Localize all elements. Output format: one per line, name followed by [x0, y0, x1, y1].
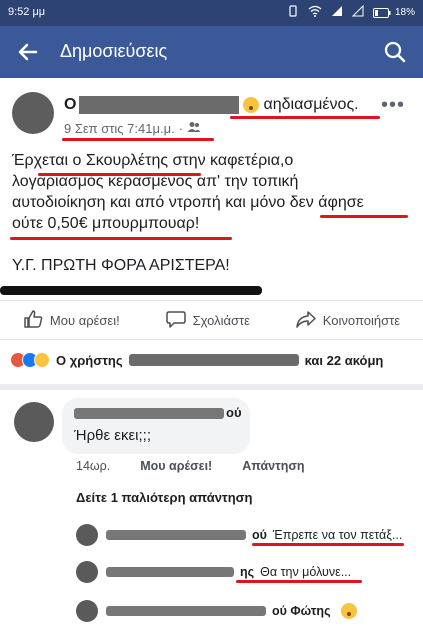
post-ps: Υ.Γ. ΠΡΩΤΗ ΦΟΡΑ ΑΡΙΣΤΕΡΑ!: [12, 257, 230, 274]
comment-time: 14ωρ.: [76, 459, 111, 473]
commenter-avatar[interactable]: [14, 402, 54, 442]
post-line: αυτοδιοίκηση και από ντροπή και μόνο δεν…: [12, 194, 364, 211]
reply-name-suffix: ού: [252, 528, 267, 542]
comment: ού Ήρθε εκει;;;: [14, 398, 414, 454]
wifi-icon: [308, 5, 322, 20]
post-line: Έρχεται ο Σκουρλέτης στην καφετέρια,ο: [12, 152, 294, 169]
haha-reaction-icon: [34, 352, 50, 368]
meta-separator: ·: [178, 121, 184, 136]
like-label: Μου αρέσει!: [49, 312, 120, 328]
comment-actions: 14ωρ. Μου αρέσει! Απάντηση: [76, 459, 305, 473]
post-action-bar: Μου αρέσει! Σχολιάστε Κοινοποιήστε: [0, 300, 423, 340]
comment-reply-button[interactable]: Απάντηση: [242, 459, 304, 473]
comment-bubble-icon: [165, 310, 186, 331]
friends-audience-icon: [187, 121, 201, 136]
search-icon[interactable]: [381, 38, 409, 66]
commenter-name-redacted: [74, 408, 224, 419]
author-avatar[interactable]: [12, 92, 54, 134]
more-options-icon[interactable]: •••: [381, 94, 405, 117]
reply-name-redacted: [106, 606, 266, 616]
vibrate-icon: [287, 5, 299, 20]
reactions-summary[interactable]: Ο χρήστης και 22 ακόμη: [10, 352, 383, 368]
annotation-underline: [10, 237, 232, 240]
disgusted-emoji-icon: [243, 97, 260, 113]
annotation-blackbar: [0, 286, 262, 295]
view-more-replies-link[interactable]: Δείτε 1 παλιότερη απάντηση: [76, 490, 253, 505]
share-button[interactable]: Κοινοποιήστε: [296, 310, 400, 331]
clock: 9:52 μμ: [8, 6, 46, 18]
post-meta: 9 Σεπ στις 7:41μ.μ. ·: [64, 121, 201, 136]
reply-name-suffix: ης: [240, 565, 255, 579]
like-button[interactable]: Μου αρέσει!: [23, 309, 120, 331]
reply-text: Θα την μόλυνε...: [260, 565, 352, 579]
author-line: Ο αηδιασμένος.: [64, 96, 359, 114]
comment-button[interactable]: Σχολιάστε: [165, 310, 250, 331]
share-label: Κοινοποιήστε: [322, 312, 401, 328]
reply-text: Έπρεπε να τον πετάξ...: [272, 528, 403, 542]
laughing-emoji-icon: [340, 603, 357, 619]
annotation-underline: [62, 138, 214, 141]
comment-like-button[interactable]: Μου αρέσει!: [140, 459, 212, 473]
share-arrow-icon: [296, 310, 316, 331]
post-line: ούτε 0,50€ μπουρμπουαρ!: [12, 215, 200, 232]
annotation-underline: [230, 116, 380, 119]
annotation-underline: [236, 580, 362, 583]
post-text: Έρχεται ο Σκουρλέτης στην καφετέρια,ο λο…: [12, 150, 414, 234]
system-icons: 18%: [287, 4, 415, 20]
annotation-underline: [320, 215, 408, 218]
feeling-text: αηδιασμένος.: [263, 96, 359, 113]
comment-label: Σχολιάστε: [192, 312, 250, 328]
reactions-prefix: Ο χρήστης: [56, 352, 123, 368]
reply-name-suffix: ού Φώτης: [272, 604, 331, 618]
battery-percent: 18%: [394, 7, 415, 18]
commenter-name-suffix: ού: [226, 405, 242, 420]
battery-indicator: 18%: [372, 7, 415, 18]
thumbs-up-icon: [23, 309, 43, 331]
annotation-underline: [38, 173, 201, 176]
redaction-block: [128, 354, 299, 366]
comment-text: Ήρθε εκει;;;: [74, 427, 152, 444]
reply-name-redacted: [106, 530, 246, 540]
status-bar: 9:52 μμ 18%: [0, 0, 423, 26]
comment-bubble[interactable]: ού Ήρθε εκει;;;: [62, 398, 250, 454]
no-sim-icon: [351, 4, 364, 20]
app-bar: Δημοσιεύσεις: [0, 26, 423, 78]
reply-name-redacted: [106, 567, 234, 577]
reactions-suffix: και 22 ακόμη: [304, 352, 384, 368]
post-header: Ο αηδιασμένος. ••• 9 Σεπ στις 7:41μ.μ. ·: [0, 78, 423, 146]
redaction-block: [79, 96, 240, 114]
reply[interactable]: ού Φώτης: [76, 598, 416, 624]
reply-avatar: [76, 561, 98, 583]
reply-avatar: [76, 524, 98, 546]
post-timestamp[interactable]: 9 Σεπ στις 7:41μ.μ.: [64, 121, 175, 136]
signal-icon: [331, 5, 343, 20]
page-title: Δημοσιεύσεις: [60, 41, 168, 61]
annotation-underline: [252, 543, 404, 546]
battery-icon: [372, 7, 391, 18]
author-name[interactable]: Ο: [64, 96, 76, 114]
section-divider: [0, 384, 423, 390]
back-arrow-icon[interactable]: [14, 38, 42, 66]
reply-avatar: [76, 600, 98, 622]
